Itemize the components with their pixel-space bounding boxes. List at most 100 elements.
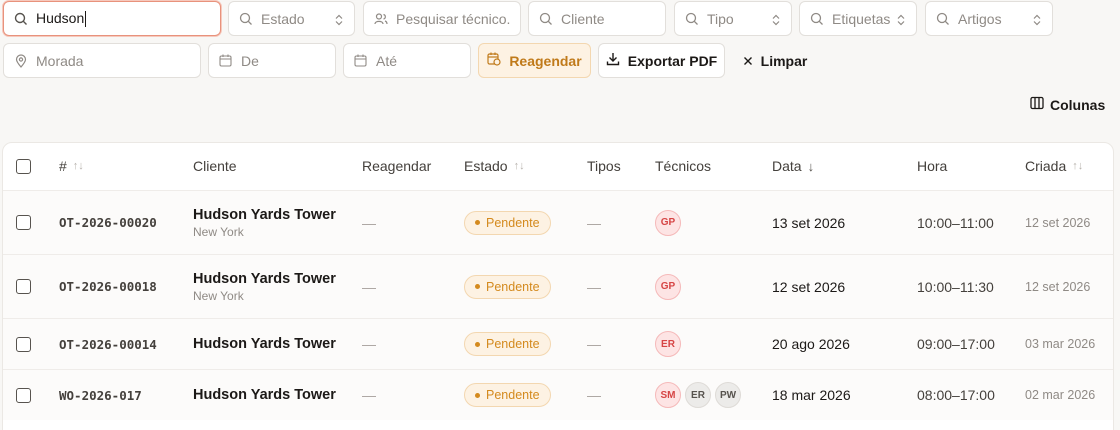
reagendar-button[interactable]: Reagendar [478, 43, 591, 78]
order-id: OT-2026-00018 [59, 279, 157, 294]
date-value: 13 set 2026 [772, 214, 846, 231]
cliente-search[interactable]: Cliente [528, 1, 666, 36]
reagendar-label: Reagendar [509, 52, 582, 69]
calendar-icon [219, 54, 233, 68]
avatar[interactable]: ER [685, 382, 711, 408]
search-icon [539, 12, 553, 26]
avatar[interactable]: GP [655, 273, 681, 300]
header-tipos-label: Tipos [587, 158, 621, 174]
header-reagendar: Reagendar [362, 143, 431, 189]
reagendar-value: — [362, 387, 376, 403]
order-id: WO-2026-017 [59, 387, 142, 403]
users-icon [374, 12, 388, 26]
order-id: OT-2026-00020 [59, 215, 157, 230]
header-id-label: # [59, 158, 67, 174]
tipo-select[interactable]: Tipo [674, 1, 792, 36]
created-cell: 12 set 2026 [1025, 255, 1090, 318]
client-name: Hudson Yards Tower [193, 270, 336, 287]
table-row[interactable]: OT-2026-00018 Hudson Yards Tower New York… [3, 254, 1113, 318]
date-to-input[interactable]: Até [343, 43, 471, 78]
reagendar-cell: — [362, 255, 376, 318]
tipos-value: — [587, 387, 601, 403]
etiquetas-label: Etiquetas [832, 10, 890, 27]
tipos-cell: — [587, 370, 601, 420]
columns-icon [1030, 96, 1044, 113]
date-cell: 20 ago 2026 [772, 319, 850, 369]
header-criada[interactable]: Criada ↑↓ [1025, 143, 1083, 189]
export-pdf-label: Exportar PDF [627, 52, 718, 69]
status-dot [475, 392, 480, 398]
select-all-checkbox[interactable] [16, 158, 31, 174]
search-input[interactable]: Hudson [3, 1, 221, 36]
row-checkbox[interactable] [16, 336, 31, 352]
estado-select[interactable]: Estado [228, 1, 355, 36]
status-badge: Pendente [464, 274, 551, 299]
columns-label: Colunas [1050, 96, 1106, 113]
status-label: Pendente [486, 388, 540, 402]
client-cell: Hudson Yards Tower [193, 319, 336, 369]
client-name: Hudson Yards Tower [193, 387, 336, 403]
clear-filters-button[interactable]: Limpar [735, 43, 815, 78]
tipos-cell: — [587, 191, 601, 254]
date-to-placeholder: Até [376, 52, 398, 69]
date-cell: 12 set 2026 [772, 255, 845, 318]
table-row[interactable]: OT-2026-00014 Hudson Yards Tower — Pende… [3, 318, 1113, 369]
row-select-cell [16, 255, 31, 318]
avatar[interactable]: ER [655, 331, 681, 357]
status-dot [475, 220, 480, 225]
search-icon [14, 12, 28, 26]
status-dot [475, 284, 480, 289]
table-row[interactable]: WO-2026-017 Hudson Yards Tower — Pendent… [3, 369, 1113, 420]
created-cell: 12 set 2026 [1025, 191, 1090, 254]
avatar[interactable]: PW [715, 382, 741, 408]
tipos-value: — [587, 278, 601, 295]
etiquetas-select[interactable]: Etiquetas [799, 1, 917, 36]
sort-icon: ↑↓ [1072, 160, 1084, 172]
artigos-select[interactable]: Artigos [925, 1, 1053, 36]
header-estado[interactable]: Estado ↑↓ [464, 143, 525, 189]
avatar[interactable]: SM [655, 382, 681, 408]
status-badge: Pendente [464, 210, 551, 235]
date-value: 20 ago 2026 [772, 336, 850, 352]
avatar[interactable]: GP [655, 209, 681, 236]
header-data[interactable]: Data ↓ [772, 143, 814, 189]
estado-label: Estado [261, 10, 305, 27]
row-checkbox[interactable] [16, 215, 31, 230]
date-from-placeholder: De [241, 52, 259, 69]
chevron-up-down-icon [1032, 13, 1042, 25]
export-pdf-button[interactable]: Exportar PDF [598, 43, 725, 78]
date-cell: 13 set 2026 [772, 191, 845, 254]
work-orders-table: # ↑↓ Cliente Reagendar Estado ↑↓ Tipos Téc… [2, 142, 1114, 430]
hour-value: 08:00–17:00 [917, 387, 995, 403]
select-all-cell [16, 143, 31, 189]
hour-value: 09:00–17:00 [917, 336, 995, 352]
row-checkbox[interactable] [16, 387, 31, 403]
tipos-value: — [587, 214, 601, 231]
header-data-label: Data [772, 158, 802, 174]
date-cell: 18 mar 2026 [772, 370, 851, 420]
hour-value: 10:00–11:00 [917, 214, 994, 231]
client-name: Hudson Yards Tower [193, 206, 336, 223]
header-id[interactable]: # ↑↓ [59, 143, 84, 189]
status-dot [475, 341, 480, 347]
status-cell: Pendente [464, 370, 551, 420]
columns-button[interactable]: Colunas [1030, 96, 1105, 113]
created-value: 02 mar 2026 [1025, 388, 1096, 402]
client-cell: Hudson Yards Tower New York [193, 255, 336, 318]
table-row[interactable]: OT-2026-00020 Hudson Yards Tower New York… [3, 190, 1113, 254]
order-id-cell: OT-2026-00014 [59, 319, 157, 369]
status-cell: Pendente [464, 255, 551, 318]
map-pin-icon [14, 53, 28, 68]
search-value: Hudson [36, 9, 85, 26]
order-id: OT-2026-00014 [59, 336, 157, 352]
client-cell: Hudson Yards Tower [193, 370, 336, 420]
tecnico-search[interactable]: Pesquisar técnico... [363, 1, 521, 36]
header-reagendar-label: Reagendar [362, 158, 432, 174]
morada-search[interactable]: Morada [3, 43, 201, 78]
created-cell: 02 mar 2026 [1025, 370, 1095, 420]
techs-cell: GP [655, 255, 681, 318]
date-from-input[interactable]: De [208, 43, 336, 78]
header-hora-label: Hora [917, 158, 948, 174]
row-checkbox[interactable] [16, 279, 31, 294]
hour-cell: 08:00–17:00 [917, 370, 995, 420]
